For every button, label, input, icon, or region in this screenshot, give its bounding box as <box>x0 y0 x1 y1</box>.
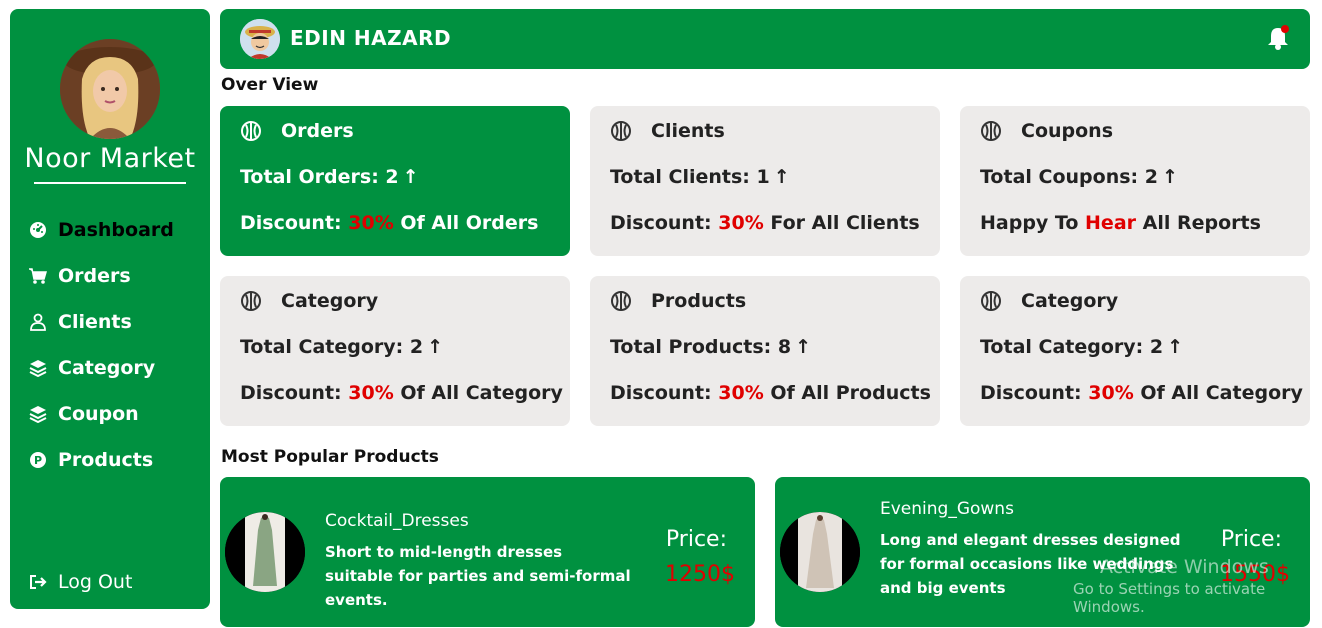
user-icon <box>28 312 48 332</box>
brand-underline <box>34 182 186 184</box>
sidebar-item-dashboard[interactable]: Dashboard <box>28 207 208 253</box>
card-title: Coupons <box>1021 120 1114 142</box>
product-card-cocktail-dresses[interactable]: Cocktail_Dresses Short to mid-length dre… <box>220 477 755 627</box>
card-header: Clients <box>610 120 725 142</box>
popular-products-title: Most Popular Products <box>221 447 439 467</box>
sidebar-item-category[interactable]: Category <box>28 345 208 391</box>
layers-icon <box>28 404 48 424</box>
overview-card-clients[interactable]: Clients Total Clients: 1 ↑ Discount: 30% … <box>590 106 940 256</box>
card-total: Total Clients: 1 ↑ <box>610 166 790 188</box>
windows-activation-watermark-title: Activate Windows <box>1100 556 1269 578</box>
overview-card-coupons[interactable]: Coupons Total Coupons: 2 ↑ Happy To Hear … <box>960 106 1310 256</box>
dashboard-gauge-icon <box>28 220 48 240</box>
card-discount: Discount: 30% Of All Category <box>980 382 1303 404</box>
product-description: Short to mid-length dresses suitable for… <box>325 543 631 609</box>
user-avatar[interactable] <box>240 19 280 59</box>
sidebar-item-label: Coupon <box>58 403 139 425</box>
up-arrow-icon: ↑ <box>1161 166 1178 188</box>
card-title: Products <box>651 290 747 312</box>
card-total: Total Category: 2 ↑ <box>980 336 1184 358</box>
brand-title: Noor Market <box>24 143 196 174</box>
logout-label: Log Out <box>58 571 133 593</box>
card-discount: Discount: 30% For All Clients <box>610 212 920 234</box>
windows-activation-watermark-text: Go to Settings to activate Windows. <box>1073 580 1266 616</box>
sidebar: Noor Market Dashboard Orders Clients Cat… <box>10 9 210 609</box>
up-arrow-icon: ↑ <box>402 166 419 188</box>
notification-bell-icon[interactable] <box>1266 25 1290 51</box>
sidebar-item-orders[interactable]: Orders <box>28 253 208 299</box>
product-price: 1250$ <box>665 562 735 587</box>
card-message: Happy To Hear All Reports <box>980 212 1261 234</box>
cart-icon <box>28 266 48 286</box>
overview-card-category-2[interactable]: Category Total Category: 2 ↑ Discount: 30… <box>960 276 1310 426</box>
card-total: Total Orders: 2 ↑ <box>240 166 419 188</box>
sidebar-item-label: Category <box>58 357 156 379</box>
product-name: Evening_Gowns <box>880 499 1014 519</box>
card-discount: Discount: 30% Of All Category <box>240 382 563 404</box>
profile-avatar <box>60 39 160 139</box>
jedi-emblem-icon <box>981 121 1001 141</box>
svg-text:P: P <box>34 454 42 467</box>
jedi-emblem-icon <box>981 291 1001 311</box>
product-image <box>225 512 305 592</box>
sidebar-item-label: Orders <box>58 265 131 287</box>
jedi-emblem-icon <box>241 121 261 141</box>
overview-card-products[interactable]: Products Total Products: 8 ↑ Discount: 30… <box>590 276 940 426</box>
up-arrow-icon: ↑ <box>795 336 812 358</box>
sidebar-nav: Dashboard Orders Clients Category Coupon <box>28 207 208 483</box>
card-header: Category <box>240 290 378 312</box>
up-arrow-icon: ↑ <box>427 336 444 358</box>
card-title: Category <box>1021 290 1119 312</box>
sidebar-item-products[interactable]: P Products <box>28 437 208 483</box>
card-total: Total Coupons: 2 ↑ <box>980 166 1178 188</box>
product-price-label: Price: <box>665 527 727 552</box>
card-header: Coupons <box>980 120 1113 142</box>
up-arrow-icon: ↑ <box>1167 336 1184 358</box>
sidebar-item-label: Products <box>58 449 154 471</box>
top-bar: EDIN HAZARD <box>220 9 1310 69</box>
card-discount: Discount: 30% Of All Orders <box>240 212 539 234</box>
card-title: Orders <box>281 120 354 142</box>
overview-card-category[interactable]: Category Total Category: 2 ↑ Discount: 30… <box>220 276 570 426</box>
product-price-label: Price: <box>1220 527 1282 552</box>
sidebar-item-clients[interactable]: Clients <box>28 299 208 345</box>
card-total: Total Products: 8 ↑ <box>610 336 812 358</box>
up-arrow-icon: ↑ <box>773 166 790 188</box>
sidebar-item-coupon[interactable]: Coupon <box>28 391 208 437</box>
card-header: Category <box>980 290 1118 312</box>
overview-card-orders[interactable]: Orders Total Orders: 2 ↑ Discount: 30% Of… <box>220 106 570 256</box>
jedi-emblem-icon <box>611 121 631 141</box>
sidebar-item-label: Clients <box>58 311 132 333</box>
jedi-emblem-icon <box>241 291 261 311</box>
sidebar-item-label: Dashboard <box>58 219 174 241</box>
product-image <box>780 512 860 592</box>
product-circle-icon: P <box>28 450 48 470</box>
card-title: Category <box>281 290 379 312</box>
layers-icon <box>28 358 48 378</box>
product-name: Cocktail_Dresses <box>325 511 469 531</box>
card-discount: Discount: 30% Of All Products <box>610 382 931 404</box>
card-title: Clients <box>651 120 725 142</box>
jedi-emblem-icon <box>611 291 631 311</box>
logout-icon <box>28 572 48 592</box>
overview-title: Over View <box>221 75 319 95</box>
card-header: Orders <box>240 120 354 142</box>
user-name: EDIN HAZARD <box>290 26 452 50</box>
card-total: Total Category: 2 ↑ <box>240 336 444 358</box>
logout-button[interactable]: Log Out <box>28 571 132 593</box>
card-header: Products <box>610 290 746 312</box>
